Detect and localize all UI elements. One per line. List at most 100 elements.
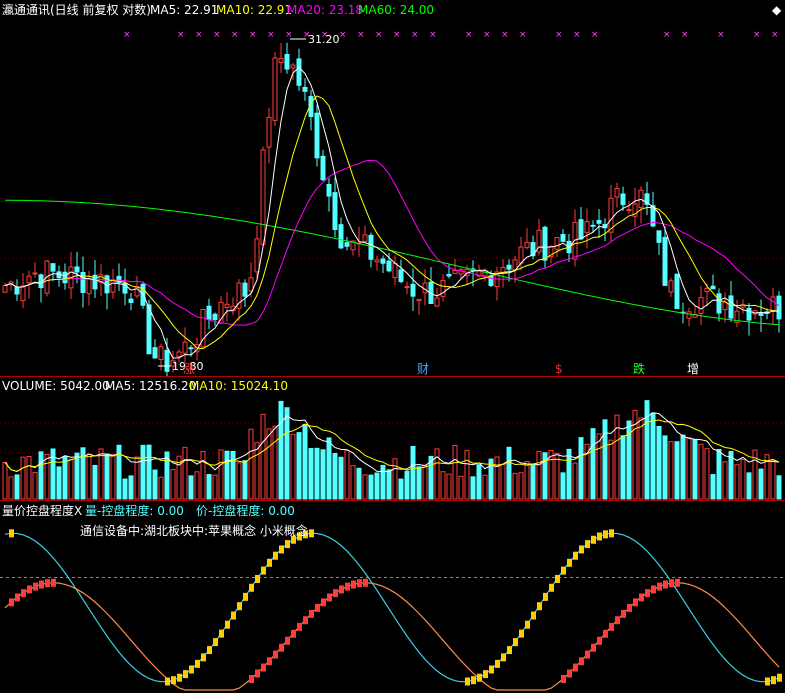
ma-signal-marker: × bbox=[519, 30, 527, 40]
vol-control-step bbox=[9, 529, 14, 538]
candle-body bbox=[32, 272, 38, 275]
volume-bar bbox=[8, 476, 14, 500]
price-control-step bbox=[315, 603, 320, 612]
price-panel: × × × × × × × × × × × × × × × × × × × × × × × × × × × × 31.20 19.80… bbox=[0, 2, 785, 377]
price-control-step bbox=[345, 582, 350, 591]
price-control-step bbox=[261, 663, 266, 672]
candle-body bbox=[578, 219, 584, 240]
volume-bar bbox=[254, 442, 260, 500]
volume-bar bbox=[728, 451, 734, 500]
vol-control-step bbox=[567, 558, 572, 567]
event-marker: 增 bbox=[687, 362, 699, 376]
candle-body bbox=[614, 188, 620, 198]
price-control-step bbox=[255, 669, 260, 678]
candle-body bbox=[272, 57, 278, 121]
candle-body bbox=[182, 341, 188, 354]
volume-bar bbox=[560, 472, 566, 500]
volume-bar bbox=[572, 462, 578, 500]
vol-control-step bbox=[237, 602, 242, 611]
candle-body bbox=[404, 286, 410, 289]
candle-body bbox=[176, 351, 182, 357]
volume-bar bbox=[734, 464, 740, 500]
ma-signal-marker: × bbox=[267, 30, 275, 40]
price-control-step bbox=[675, 578, 680, 587]
ma-signal-marker: × bbox=[573, 30, 581, 40]
vol-control-step bbox=[249, 583, 254, 592]
volume-bar bbox=[56, 466, 62, 500]
vol-control-step bbox=[471, 676, 476, 685]
volume-bar bbox=[86, 453, 92, 500]
candle-body bbox=[722, 301, 728, 311]
candle-body bbox=[416, 298, 422, 302]
volume-bar bbox=[710, 474, 716, 500]
volume-ma5-label: MA5: 12516.20 bbox=[105, 379, 196, 393]
vol-control-line bbox=[4, 532, 780, 683]
vol-control-step bbox=[165, 677, 170, 686]
volume-bar bbox=[248, 428, 254, 500]
volume-label: VOLUME: 5042.00 bbox=[2, 379, 110, 393]
volume-bar bbox=[608, 439, 614, 500]
price-control-step bbox=[639, 593, 644, 602]
volume-bar bbox=[422, 464, 428, 500]
volume-bar bbox=[74, 452, 80, 500]
volume-bar bbox=[188, 475, 194, 500]
price-control-step bbox=[273, 650, 278, 659]
volume-bar bbox=[92, 464, 98, 500]
price-control-step bbox=[357, 579, 362, 588]
candle-body bbox=[716, 293, 722, 314]
candle-body bbox=[164, 349, 170, 372]
volume-bar bbox=[110, 454, 116, 500]
price-control-step bbox=[351, 580, 356, 589]
candle-body bbox=[524, 242, 530, 249]
candle-body bbox=[152, 347, 158, 359]
candle-body bbox=[320, 155, 326, 181]
price-control-step bbox=[321, 598, 326, 607]
vol-control-step bbox=[225, 620, 230, 629]
ma-signal-marker: × bbox=[483, 30, 491, 40]
vol-control-step bbox=[543, 592, 548, 601]
ma-signal-marker: × bbox=[753, 30, 761, 40]
price-control-step bbox=[291, 629, 296, 638]
candle-body bbox=[326, 183, 332, 197]
volume-bar bbox=[554, 452, 560, 500]
event-marker: 财 bbox=[417, 362, 429, 376]
candle-body bbox=[290, 64, 296, 69]
vol-control-step bbox=[537, 602, 542, 611]
volume-bar bbox=[14, 474, 20, 500]
candle-body bbox=[728, 295, 734, 319]
candle-body bbox=[758, 312, 764, 316]
ma-signal-marker: × bbox=[771, 30, 779, 40]
candle-body bbox=[278, 57, 284, 64]
scroll-arrow-icon[interactable]: ◆ bbox=[772, 3, 782, 17]
volume-bar bbox=[230, 450, 236, 500]
candle-body bbox=[188, 347, 194, 350]
vol-control-step bbox=[513, 638, 518, 647]
volume-bar bbox=[740, 459, 746, 500]
candle-body bbox=[506, 264, 512, 270]
vol-control-step bbox=[489, 665, 494, 674]
volume-bar bbox=[356, 467, 362, 500]
price-control-step bbox=[21, 589, 26, 598]
volume-bar bbox=[692, 439, 698, 500]
price-control-step bbox=[33, 582, 38, 591]
vol-control-step bbox=[261, 566, 266, 575]
candle-body bbox=[206, 305, 212, 321]
ma-signal-marker: × bbox=[663, 30, 671, 40]
volume-bar bbox=[668, 441, 674, 500]
volume-bar bbox=[440, 471, 446, 500]
price-control-step bbox=[339, 585, 344, 594]
stock-title: 瀛通通讯(日线 前复权 对数) bbox=[2, 2, 151, 17]
volume-bar bbox=[38, 451, 44, 500]
volume-bar bbox=[2, 461, 8, 500]
volume-bar bbox=[716, 449, 722, 500]
price-control-step bbox=[9, 598, 14, 607]
ma-signal-marker: × bbox=[249, 30, 257, 40]
candle-body bbox=[542, 226, 548, 261]
ma-signal-marker: × bbox=[339, 30, 347, 40]
sector-text: 通信设备中:湖北板块中:苹果概念 小米概念 bbox=[80, 523, 308, 538]
candle-body bbox=[314, 112, 320, 159]
volume-bar bbox=[476, 464, 482, 500]
candle-body bbox=[584, 221, 590, 234]
price-control-step bbox=[303, 616, 308, 625]
volume-bar bbox=[26, 456, 32, 500]
